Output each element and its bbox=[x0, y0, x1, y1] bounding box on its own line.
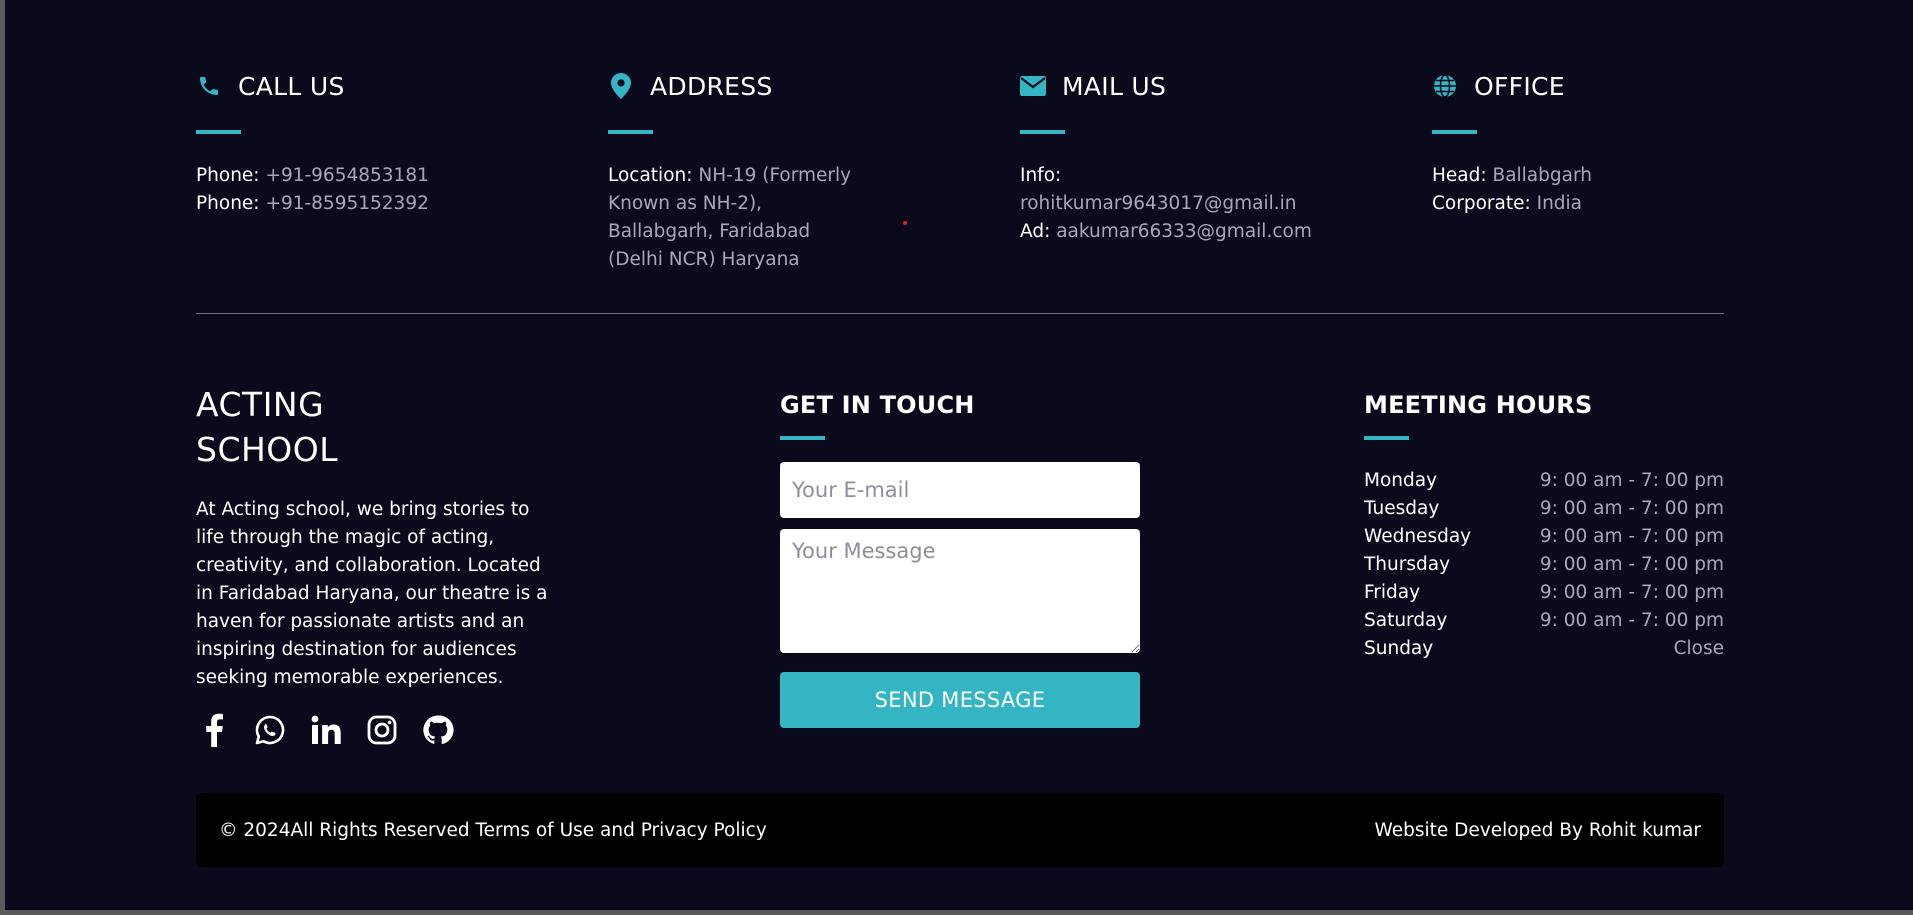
accent-underline bbox=[196, 130, 241, 134]
info-email-value[interactable]: rohitkumar9643017@gmail.in bbox=[1020, 190, 1380, 218]
envelope-icon bbox=[1020, 73, 1046, 99]
phone-icon bbox=[196, 73, 222, 99]
github-icon[interactable] bbox=[420, 712, 456, 748]
contact-mail-us: MAIL US Info: rohitkumar9643017@gmail.in… bbox=[1020, 68, 1380, 246]
facebook-icon[interactable] bbox=[196, 712, 232, 748]
location-pin-icon bbox=[608, 73, 634, 99]
accent-underline bbox=[1020, 130, 1065, 134]
message-textarea[interactable] bbox=[780, 529, 1140, 653]
red-dot-marker bbox=[903, 221, 907, 225]
brand-description: At Acting school, we bring stories to li… bbox=[196, 499, 548, 688]
contact-title: ADDRESS bbox=[650, 71, 773, 101]
contact-title: OFFICE bbox=[1474, 71, 1565, 101]
hours-row: Sunday Close bbox=[1364, 637, 1724, 659]
brand-section: ACTING SCHOOL At Acting school, we bring… bbox=[196, 382, 556, 692]
phone-line: Phone: +91-8595152392 bbox=[196, 193, 429, 214]
globe-icon bbox=[1432, 73, 1458, 99]
phone-line: Phone: +91-9654853181 bbox=[196, 165, 429, 186]
address-line: Location: NH-19 (Formerly Known as NH-2)… bbox=[608, 165, 852, 242]
section-title: MEETING HOURS bbox=[1364, 391, 1593, 419]
hours-row: Friday 9: 00 am - 7: 00 pm bbox=[1364, 581, 1724, 603]
accent-underline bbox=[1364, 436, 1409, 440]
hours-row: Tuesday 9: 00 am - 7: 00 pm bbox=[1364, 497, 1724, 519]
contact-office: OFFICE Head: Ballabgarh Corporate: India bbox=[1432, 68, 1792, 218]
contact-title: CALL US bbox=[238, 71, 345, 101]
accent-underline bbox=[608, 130, 653, 134]
info-email-label: Info: bbox=[1020, 165, 1062, 186]
hours-row: Monday 9: 00 am - 7: 00 pm bbox=[1364, 469, 1724, 491]
accent-underline bbox=[780, 436, 825, 440]
get-in-touch-section: GET IN TOUCH SEND MESSAGE bbox=[780, 388, 1140, 728]
linkedin-icon[interactable] bbox=[308, 712, 344, 748]
brand-name: ACTING SCHOOL bbox=[196, 385, 339, 469]
hours-row: Thursday 9: 00 am - 7: 00 pm bbox=[1364, 553, 1724, 575]
contact-call-us: CALL US Phone: +91-9654853181 Phone: +91… bbox=[196, 68, 556, 218]
copyright-text[interactable]: © 2024All Rights Reserved Terms of Use a… bbox=[219, 820, 767, 841]
accent-underline bbox=[1432, 130, 1477, 134]
hours-row: Wednesday 9: 00 am - 7: 00 pm bbox=[1364, 525, 1724, 547]
hours-row: Saturday 9: 00 am - 7: 00 pm bbox=[1364, 609, 1724, 631]
office-line: Corporate: India bbox=[1432, 193, 1583, 214]
contact-address: ADDRESS Location: NH-19 (Formerly Known … bbox=[608, 68, 868, 274]
meeting-hours-section: MEETING HOURS Monday 9: 00 am - 7: 00 pm … bbox=[1364, 388, 1724, 662]
contact-row: CALL US Phone: +91-9654853181 Phone: +91… bbox=[196, 68, 1724, 270]
send-message-button[interactable]: SEND MESSAGE bbox=[780, 672, 1140, 728]
developer-credit[interactable]: Website Developed By Rohit kumar bbox=[1375, 820, 1702, 841]
social-links bbox=[196, 712, 456, 748]
section-title: GET IN TOUCH bbox=[780, 391, 975, 419]
office-line: Head: Ballabgarh bbox=[1432, 165, 1592, 186]
contact-title: MAIL US bbox=[1062, 71, 1167, 101]
section-divider bbox=[196, 313, 1724, 314]
hours-table: Monday 9: 00 am - 7: 00 pm Tuesday 9: 00 a… bbox=[1364, 466, 1724, 662]
footer-page: CALL US Phone: +91-9654853181 Phone: +91… bbox=[5, 0, 1913, 910]
email-input[interactable] bbox=[780, 462, 1140, 518]
instagram-icon[interactable] bbox=[364, 712, 400, 748]
copyright-bar: © 2024All Rights Reserved Terms of Use a… bbox=[196, 793, 1724, 867]
ad-email-line: Ad: aakumar66333@gmail.com bbox=[1020, 221, 1312, 242]
whatsapp-icon[interactable] bbox=[252, 712, 288, 748]
address-line: (Delhi NCR) Haryana bbox=[608, 249, 800, 270]
